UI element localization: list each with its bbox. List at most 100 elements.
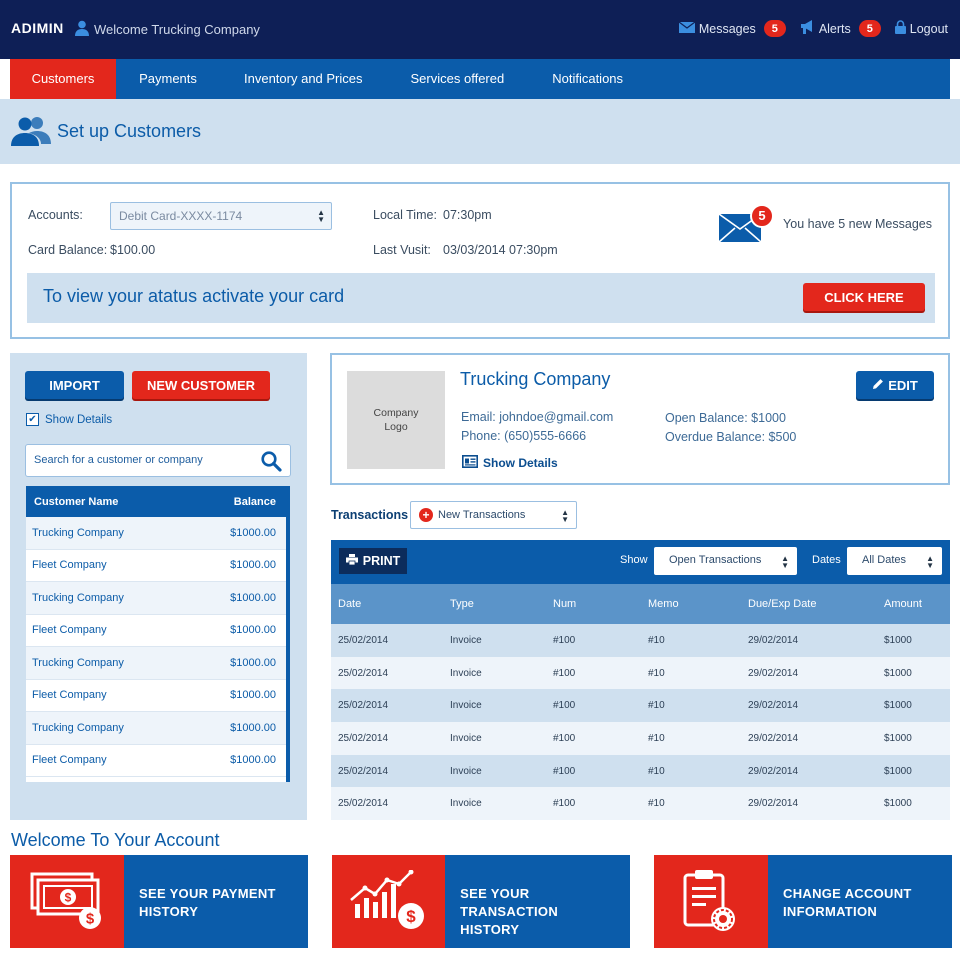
col-memo[interactable]: Memo	[641, 598, 741, 610]
tile-line1: SEE YOUR TRANSACTION	[460, 886, 559, 919]
cell-memo: #10	[648, 765, 665, 777]
alerts-link[interactable]: Alerts 5	[800, 20, 881, 37]
customer-row[interactable]: Fleet Company $1000.00	[26, 550, 286, 582]
cell-memo: #10	[648, 732, 665, 744]
dates-select[interactable]: All Dates ▲ ▼	[847, 547, 942, 575]
customer-row[interactable]: Trucking Company $1000.00	[26, 517, 286, 550]
cell-date: 25/02/2014	[338, 667, 389, 679]
nav-services-offered[interactable]: Services offered	[387, 59, 529, 99]
local-time-label: Local Time:	[373, 208, 437, 222]
updown-arrow-icon: ▲ ▼	[926, 554, 934, 570]
transactions-table: Date Type Num Memo Due/Exp Date Amount 2…	[331, 584, 950, 821]
customer-row[interactable]: Trucking Company $1000.00	[26, 712, 286, 745]
plus-icon: +	[419, 508, 433, 522]
company-card: Company Logo Trucking Company Email: john…	[330, 353, 950, 485]
customer-table: Customer Name Balance Trucking Company $1…	[26, 486, 290, 782]
page-title: Set up Customers	[57, 121, 202, 141]
new-customer-button[interactable]: NEW CUSTOMER	[132, 371, 270, 399]
edit-button[interactable]: EDIT	[856, 371, 934, 399]
show-select[interactable]: Open Transactions ▲ ▼	[654, 547, 797, 575]
customer-table-header: Customer Name Balance	[26, 486, 286, 517]
col-type[interactable]: Type	[443, 598, 546, 610]
activate-banner: To view your atatus activate your card C…	[27, 273, 935, 323]
nav-payments[interactable]: Payments	[116, 59, 220, 99]
customer-balance: $1000.00	[230, 526, 276, 539]
printer-icon	[345, 554, 358, 568]
company-show-details[interactable]: Show Details	[462, 455, 558, 471]
last-visit-label: Last Vusit:	[373, 243, 431, 257]
nav-notifications[interactable]: Notifications	[528, 59, 647, 99]
transaction-row[interactable]: 25/02/2014 Invoice #100 #10 29/02/2014 $1000	[331, 754, 950, 788]
new-messages-notice[interactable]: 5 You have 5 new Messages	[719, 204, 932, 243]
details-card-icon	[462, 455, 478, 471]
cell-amount: $1000	[884, 667, 912, 679]
cell-num: #100	[553, 700, 576, 712]
svg-text:$: $	[86, 910, 95, 927]
cell-num: #100	[553, 634, 576, 646]
cell-date: 25/02/2014	[338, 700, 389, 712]
show-details-checkbox[interactable]: ✔ Show Details	[26, 413, 112, 426]
nav-inventory-prices[interactable]: Inventory and Prices	[220, 59, 387, 99]
customer-name: Fleet Company	[32, 754, 107, 767]
customer-row[interactable]: Fleet Company $1000.00	[26, 680, 286, 712]
customer-row[interactable]: Trucking Company $1000.00	[26, 647, 286, 680]
payment-history-tile[interactable]: $ $ SEE YOUR PAYMENT HISTORY	[10, 855, 308, 948]
nav-customers[interactable]: Customers	[10, 59, 116, 99]
customer-name: Trucking Company	[32, 721, 124, 734]
col-date[interactable]: Date	[331, 598, 443, 610]
logo-text-line2: Logo	[384, 421, 408, 433]
transaction-row[interactable]: 25/02/2014 Invoice #100 #10 29/02/2014 $1000	[331, 689, 950, 723]
transaction-row[interactable]: 25/02/2014 Invoice #100 #10 29/02/2014 $1000	[331, 722, 950, 755]
col-balance[interactable]: Balance	[234, 496, 276, 508]
cell-due-date: 29/02/2014	[748, 700, 799, 712]
cell-date: 25/02/2014	[338, 765, 389, 777]
customer-balance: $1000.00	[230, 689, 276, 702]
col-amount[interactable]: Amount	[877, 598, 950, 610]
customer-panel: IMPORT NEW CUSTOMER ✔ Show Details Custo…	[10, 353, 307, 820]
open-balance: Open Balance: $1000	[665, 411, 786, 425]
cell-memo: #10	[648, 634, 665, 646]
customer-row[interactable]: Fleet Company $1000.00	[26, 615, 286, 647]
company-phone: Phone: (650)555-6666	[461, 429, 587, 443]
transaction-history-tile[interactable]: $ SEE YOUR TRANSACTION HISTORY	[332, 855, 630, 948]
transaction-row[interactable]: 25/02/2014 Invoice #100 #10 29/02/2014 $1000	[331, 624, 950, 657]
logout-link[interactable]: Logout	[894, 20, 948, 37]
card-balance-value: $100.00	[110, 243, 156, 257]
envelope-icon: 5	[719, 204, 777, 243]
customer-name: Trucking Company	[32, 591, 124, 604]
tile-line2: INFORMATION	[783, 904, 878, 919]
pencil-icon	[872, 378, 884, 393]
cell-num: #100	[553, 798, 576, 810]
transaction-row[interactable]: 25/02/2014 Invoice #100 #10 29/02/2014 $1000	[331, 787, 950, 821]
updown-arrow-icon: ▲ ▼	[317, 208, 325, 224]
messages-link[interactable]: Messages 5	[678, 20, 786, 37]
transactions-table-header: Date Type Num Memo Due/Exp Date Amount	[331, 584, 950, 624]
welcome-user: Welcome Trucking Company	[75, 20, 260, 39]
card-balance-label: Card Balance:	[28, 243, 108, 257]
customer-search-input[interactable]	[34, 454, 254, 466]
accounts-select[interactable]: Debit Card-XXXX-1174 ▲ ▼	[110, 202, 332, 230]
change-account-tile[interactable]: CHANGE ACCOUNT INFORMATION	[654, 855, 952, 948]
messages-label: Messages	[698, 21, 756, 36]
new-transactions-select[interactable]: + New Transactions ▲ ▼	[410, 501, 577, 529]
tile-line1: CHANGE ACCOUNT	[783, 886, 912, 901]
transaction-row[interactable]: 25/02/2014 Invoice #100 #10 29/02/2014 $1000	[331, 656, 950, 690]
top-actions: Messages 5 Alerts 5 Logout	[678, 20, 948, 37]
import-button[interactable]: IMPORT	[25, 371, 124, 399]
search-icon[interactable]	[261, 451, 282, 477]
col-customer-name[interactable]: Customer Name	[34, 496, 118, 508]
account-summary: Accounts: Debit Card-XXXX-1174 ▲ ▼ Card B…	[10, 182, 950, 339]
transactions-label: Transactions	[331, 508, 409, 522]
click-here-button[interactable]: CLICK HERE	[803, 283, 925, 311]
customer-row[interactable]: Trucking Company $1000.00	[26, 582, 286, 615]
cell-date: 25/02/2014	[338, 732, 389, 744]
print-button[interactable]: PRINT	[339, 548, 407, 574]
local-time-value: 07:30pm	[443, 208, 492, 222]
clipboard-gear-icon	[654, 855, 768, 948]
customer-row[interactable]: Fleet Company $1000.00	[26, 745, 286, 777]
col-num[interactable]: Num	[546, 598, 641, 610]
cell-date: 25/02/2014	[338, 798, 389, 810]
customer-balance: $1000.00	[230, 721, 276, 734]
company-name: Trucking Company	[460, 369, 611, 389]
col-due-date[interactable]: Due/Exp Date	[741, 598, 877, 610]
